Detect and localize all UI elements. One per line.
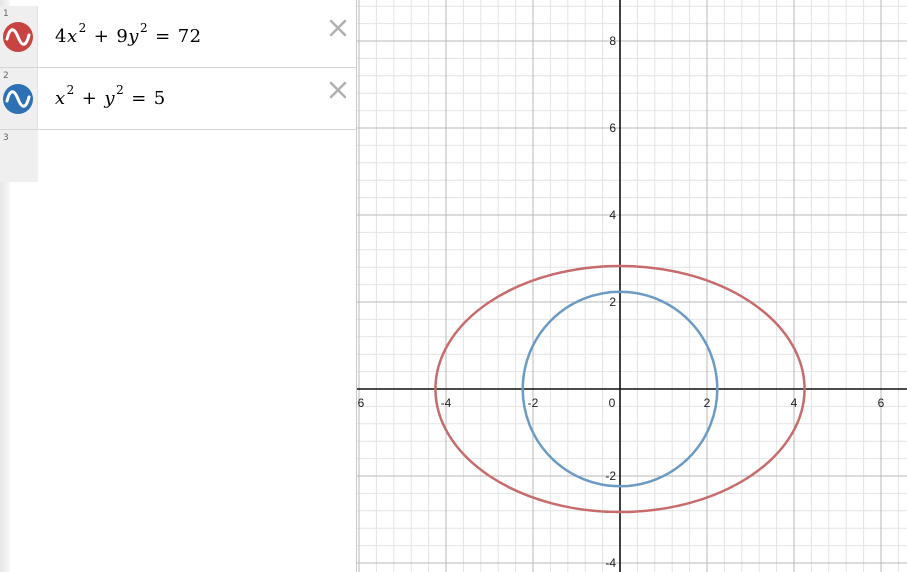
variable: x: [55, 88, 66, 109]
constant: 72: [177, 26, 202, 47]
exponent: 2: [139, 20, 149, 35]
graph-paper[interactable]: -6 -4 -2 0 2 4 6 8 6 4 2 -2 -4: [357, 0, 907, 572]
expression-index: 2: [3, 71, 9, 81]
variable: y: [104, 88, 116, 109]
expression-gutter: 2: [0, 68, 38, 129]
close-icon[interactable]: [328, 18, 348, 38]
variable: y: [128, 26, 139, 47]
y-tick-label: 4: [609, 208, 616, 222]
expression-list: 1 4 x 2 +9 y 2 = 72 2 x 2 + y 2 = 5 3: [0, 0, 357, 572]
expression-row-1[interactable]: 1 4 x 2 +9 y 2 = 72: [0, 6, 356, 68]
exponent: 2: [116, 82, 125, 97]
expression-row-3[interactable]: 3: [0, 130, 38, 182]
wave-icon[interactable]: [3, 84, 33, 114]
expression-row-2[interactable]: 2 x 2 + y 2 = 5: [0, 68, 356, 130]
operator: +: [93, 26, 110, 47]
expression-math[interactable]: x 2 + y 2 = 5: [55, 68, 166, 129]
y-tick-label: -2: [605, 469, 616, 483]
operator: =: [131, 88, 147, 109]
x-tick-label: -4: [441, 396, 452, 410]
x-tick-label: 0: [609, 396, 616, 410]
exponent: 2: [78, 20, 87, 35]
operator: +: [81, 88, 98, 109]
y-tick-label: 8: [609, 34, 616, 48]
expression-math[interactable]: 4 x 2 +9 y 2 = 72: [55, 6, 202, 67]
coefficient: 9: [116, 26, 129, 47]
x-tick-label: 4: [791, 396, 798, 410]
expression-gutter: 1: [0, 6, 38, 67]
x-tick-label: 2: [704, 396, 711, 410]
x-tick-label: -6: [357, 396, 365, 410]
y-tick-label: 2: [609, 295, 616, 309]
constant: 5: [153, 88, 166, 109]
expression-index: 1: [3, 9, 9, 19]
x-tick-label: 6: [878, 396, 885, 410]
operator: =: [155, 26, 171, 47]
wave-icon[interactable]: [3, 22, 33, 52]
x-tick-label: -2: [528, 396, 539, 410]
y-tick-label: 6: [609, 121, 616, 135]
variable: x: [66, 26, 78, 47]
y-tick-label: -4: [605, 556, 616, 570]
expression-index: 3: [3, 133, 9, 143]
exponent: 2: [66, 82, 75, 97]
close-icon[interactable]: [328, 80, 348, 100]
coefficient: 4: [55, 26, 67, 47]
